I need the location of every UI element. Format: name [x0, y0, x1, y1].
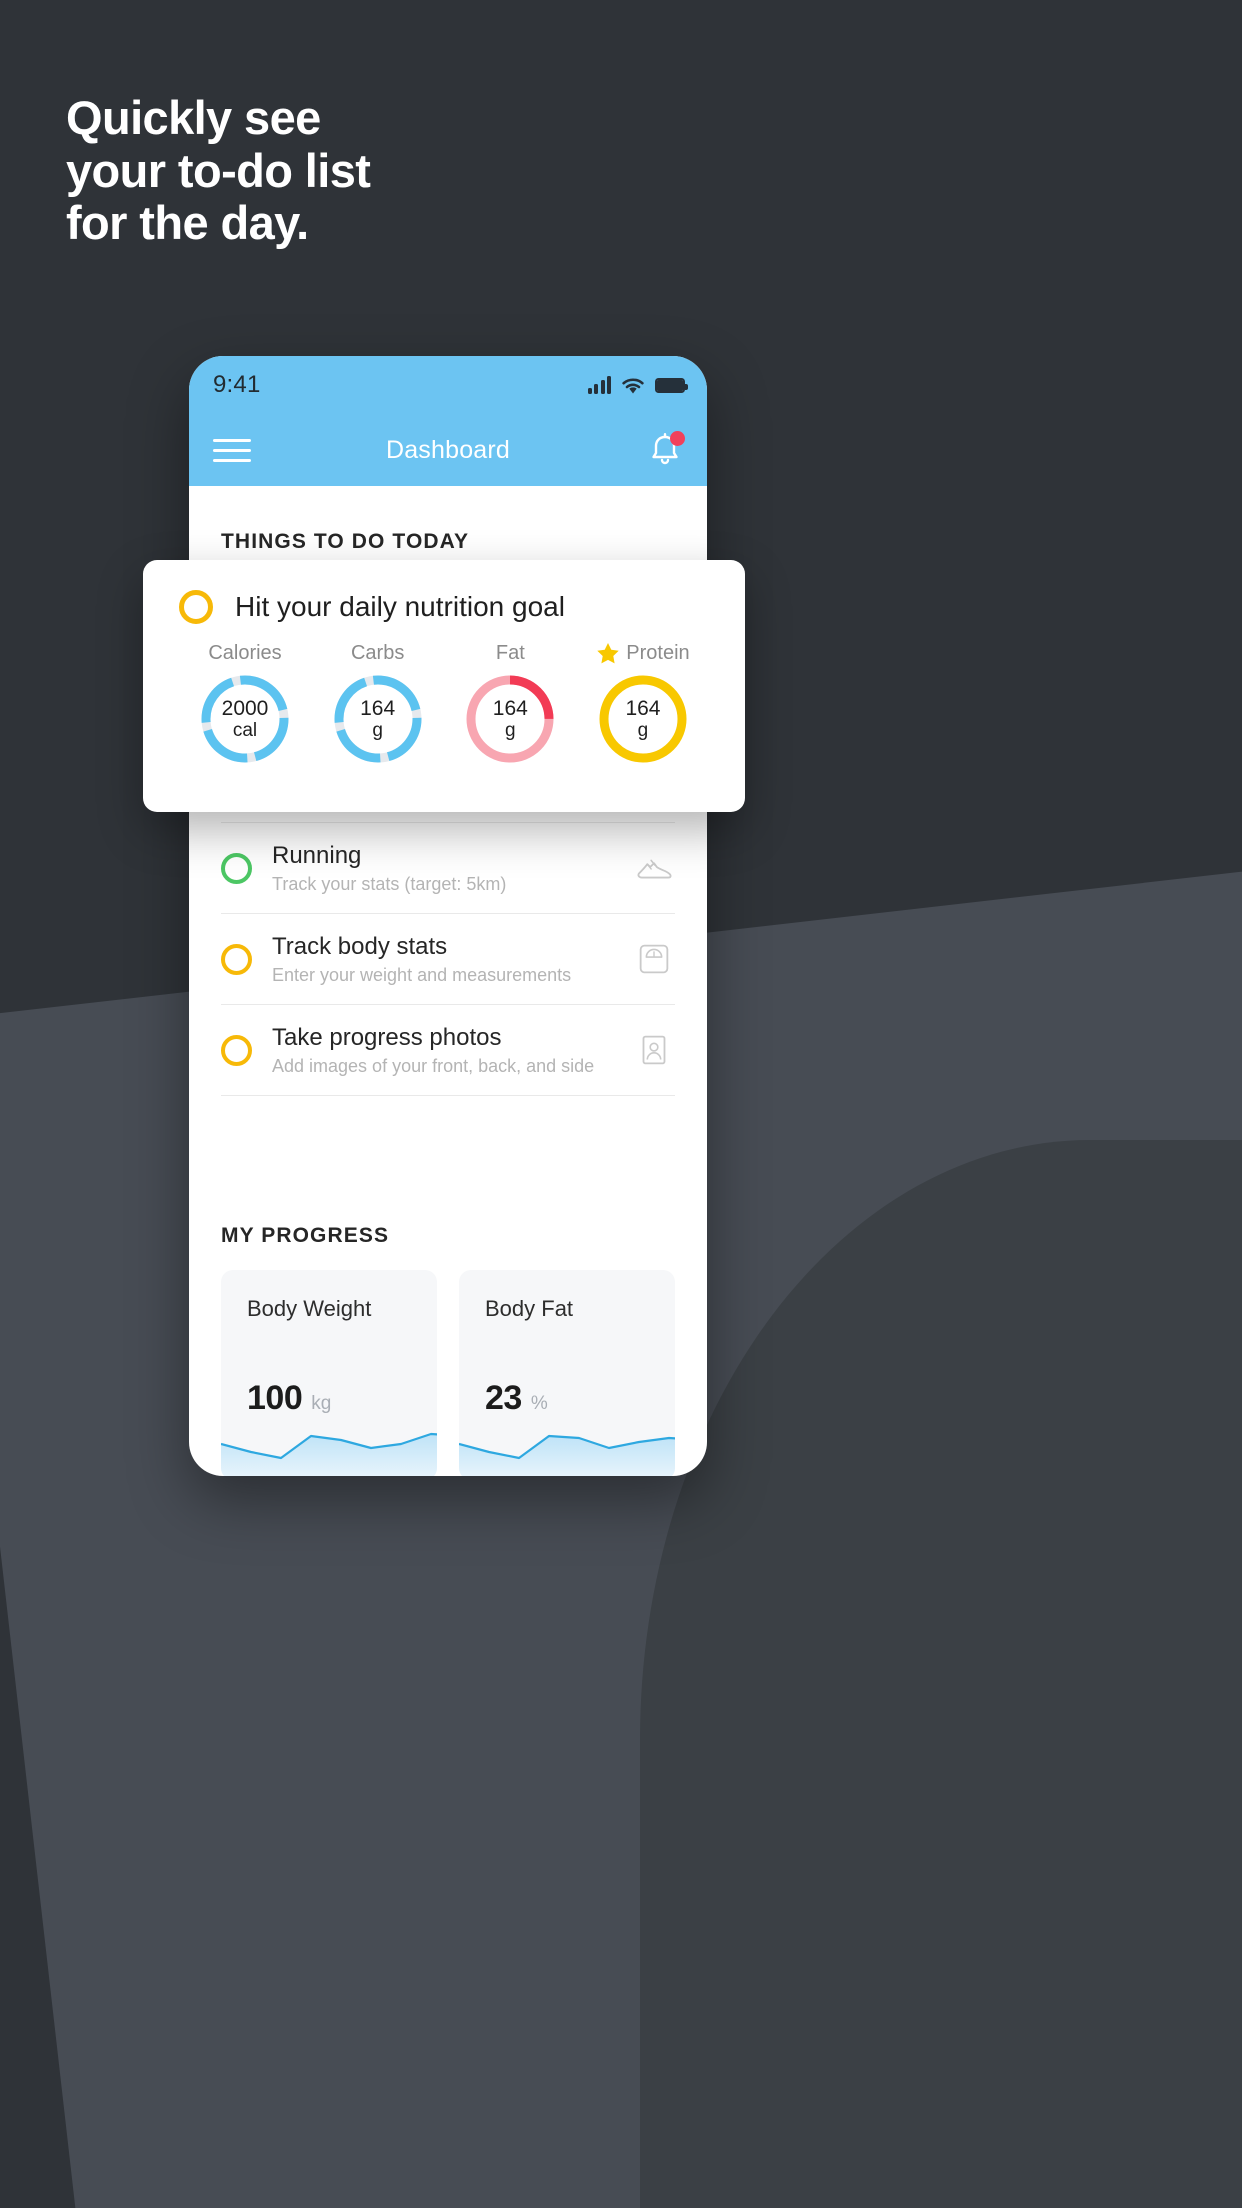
progress-card-number: 23 [485, 1379, 522, 1417]
ring-center-text: 2000 cal [197, 671, 293, 767]
nutrition-goal-checkbox[interactable] [179, 590, 213, 624]
nutrition-ring-label: Carbs [350, 642, 405, 664]
progress-card-value: 23 % [485, 1379, 548, 1418]
todo-item-running[interactable]: Running Track your stats (target: 5km) [221, 822, 675, 913]
todo-title: Take progress photos [272, 1024, 502, 1051]
wifi-icon [622, 378, 644, 393]
progress-card-unit: kg [311, 1393, 332, 1414]
nutrition-ring-protein[interactable]: Protein 164 g [583, 642, 703, 767]
nutrition-ring-label-wrap: Fat [450, 642, 570, 665]
todo-subtitle: Enter your weight and measurements [272, 965, 572, 985]
todo-checkbox[interactable] [221, 852, 252, 884]
body-weight-sparkline [221, 1432, 437, 1476]
phone-mockup: 9:41 Dashboard THINGS TO DO TODAY Runnin… [189, 356, 707, 1476]
promo-headline: Quickly see your to-do list for the day. [66, 91, 371, 250]
ring-graphic: 2000 cal [197, 671, 293, 767]
nutrition-ring-fat[interactable]: Fat 164 g [450, 642, 570, 767]
running-shoe-icon [637, 859, 672, 879]
ring-value: 164 [625, 696, 661, 720]
status-time: 9:41 [213, 371, 261, 398]
ring-center-text: 164 g [462, 671, 558, 767]
progress-card-body-weight[interactable]: Body Weight 100 kg [221, 1270, 437, 1476]
ring-graphic: 164 g [330, 671, 426, 767]
todo-text: Take progress photos Add images of your … [272, 1023, 633, 1077]
progress-photo-icon [642, 1035, 666, 1065]
ring-graphic: 164 g [595, 671, 691, 767]
headline-line-2: your to-do list [66, 143, 371, 197]
todo-subtitle: Add images of your front, back, and side [272, 1056, 595, 1076]
todo-checkbox[interactable] [221, 943, 252, 975]
headline-line-3: for the day. [66, 196, 309, 250]
nutrition-goal-title: Hit your daily nutrition goal [235, 591, 565, 622]
notification-badge-dot [670, 431, 685, 446]
todo-item-body-stats[interactable]: Track body stats Enter your weight and m… [221, 913, 675, 1004]
body-fat-sparkline [459, 1434, 675, 1476]
ring-center-text: 164 g [595, 671, 691, 767]
nutrition-ring-label: Protein [626, 642, 690, 664]
ring-unit: g [372, 720, 383, 742]
app-header: Dashboard [189, 414, 707, 486]
nutrition-goal-card[interactable]: Hit your daily nutrition goal Calories 2… [143, 560, 745, 812]
nutrition-card-header: Hit your daily nutrition goal [179, 590, 709, 624]
ring-center-text: 164 g [330, 671, 426, 767]
signal-bars-icon [587, 376, 611, 394]
ring-unit: g [637, 720, 649, 742]
ring-value: 164 [360, 696, 396, 720]
star-icon [597, 643, 619, 664]
todo-checkbox[interactable] [221, 1034, 252, 1066]
todo-section-heading: THINGS TO DO TODAY [221, 530, 470, 553]
progress-card-row: Body Weight 100 kg Body Fat 23 % [189, 1248, 707, 1476]
notification-bell-button[interactable] [647, 431, 685, 469]
nutrition-ring-calories[interactable]: Calories 2000 cal [185, 642, 305, 767]
nutrition-ring-label-wrap: Carbs [318, 642, 438, 665]
todo-subtitle: Track your stats (target: 5km) [272, 874, 507, 894]
ring-unit: cal [232, 720, 258, 742]
progress-card-value: 100 kg [247, 1379, 331, 1418]
todo-text: Running Track your stats (target: 5km) [272, 841, 633, 895]
nutrition-ring-label: Fat [495, 642, 525, 664]
progress-section-heading: MY PROGRESS [221, 1224, 390, 1247]
nutrition-rings: Calories 2000 cal Carbs 164 g Fat 164 g … [179, 642, 709, 767]
battery-full-icon [655, 377, 688, 393]
ring-value: 164 [492, 696, 528, 720]
status-bar: 9:41 [189, 356, 707, 414]
progress-card-number: 100 [247, 1379, 303, 1417]
progress-card-title: Body Fat [485, 1296, 574, 1321]
todo-item-progress-photos[interactable]: Take progress photos Add images of your … [221, 1004, 675, 1096]
nutrition-ring-carbs[interactable]: Carbs 164 g [318, 642, 438, 767]
nutrition-ring-label: Calories [208, 642, 282, 664]
ring-graphic: 164 g [462, 671, 558, 767]
headline-line-1: Quickly see [66, 91, 321, 144]
status-icons [587, 376, 688, 395]
progress-card-title: Body Weight [247, 1296, 372, 1321]
ring-value: 2000 [221, 696, 269, 720]
todo-text: Track body stats Enter your weight and m… [272, 932, 633, 986]
page-title: Dashboard [385, 435, 511, 464]
nutrition-ring-label-wrap: Calories [185, 642, 305, 665]
promo-screenshot: Quickly see your to-do list for the day.… [0, 0, 1242, 2208]
progress-card-body-fat[interactable]: Body Fat 23 % [459, 1270, 675, 1476]
todo-list: Running Track your stats (target: 5km) T… [189, 822, 707, 1096]
todo-title: Running [272, 842, 362, 869]
todo-title: Track body stats [272, 933, 448, 960]
weight-scale-icon [639, 944, 669, 974]
progress-card-unit: % [530, 1393, 548, 1414]
ring-unit: g [505, 720, 516, 742]
nutrition-ring-label-wrap: Protein [583, 642, 703, 665]
